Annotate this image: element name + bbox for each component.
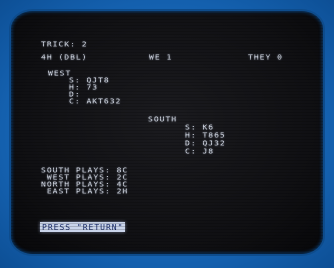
west-hand-label: WEST bbox=[48, 69, 72, 78]
press-return-prompt[interactable]: PRESS "RETURN" bbox=[40, 222, 126, 232]
south-hand-label: SOUTH bbox=[148, 115, 178, 124]
trick-counter: TRICK: 2 bbox=[41, 40, 88, 49]
south-clubs: C: J8 bbox=[185, 147, 215, 156]
west-clubs: C: AKT632 bbox=[69, 97, 122, 106]
south-spades: S: K6 bbox=[185, 123, 215, 132]
they-score: THEY 0 bbox=[248, 53, 283, 62]
south-hearts: H: T865 bbox=[185, 131, 226, 140]
crt-screen: TRICK: 2 4H (DBL) WE 1 THEY 0 WEST S: QJ… bbox=[11, 11, 323, 254]
south-diamonds: D: QJ32 bbox=[185, 139, 226, 148]
contract: 4H (DBL) bbox=[41, 53, 88, 62]
play-line: EAST PLAYS: 2H bbox=[41, 187, 129, 196]
we-score: WE 1 bbox=[149, 53, 173, 62]
